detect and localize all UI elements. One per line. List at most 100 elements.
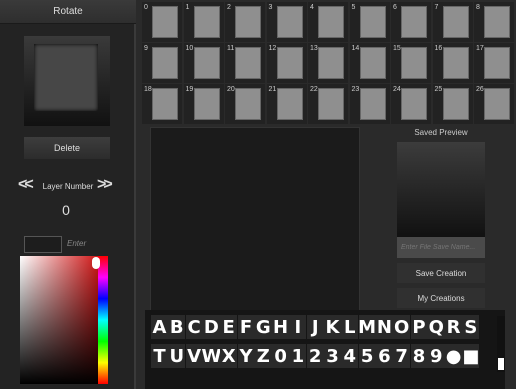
shape-slot[interactable]: 20 — [225, 84, 265, 124]
shape-slot[interactable]: 13 — [308, 43, 348, 83]
keyboard-key[interactable]: U — [168, 344, 186, 368]
slot-number: 12 — [268, 45, 277, 52]
keyboard-key[interactable]: B — [168, 315, 186, 339]
shape-slot[interactable]: 2 — [225, 2, 265, 42]
keyboard-key[interactable]: O — [393, 315, 411, 339]
shape-slot[interactable]: 26 — [474, 84, 514, 124]
keyboard-key[interactable]: I — [289, 315, 307, 339]
color-picker[interactable] — [20, 256, 98, 384]
slot-number: 13 — [310, 45, 318, 52]
layer-preview — [24, 36, 110, 126]
shape-slot[interactable]: 1 — [183, 2, 224, 42]
layer-next-button[interactable]: >> — [97, 176, 113, 194]
slot-thumbnail — [401, 6, 427, 38]
layer-preview-shape — [34, 44, 98, 111]
keyboard-key[interactable]: K — [324, 315, 341, 339]
keyboard-key[interactable]: 5 — [358, 344, 376, 368]
keyboard-key[interactable]: ● — [445, 344, 463, 368]
slot-number: 21 — [268, 86, 277, 93]
slot-thumbnail — [152, 47, 178, 79]
shape-slot[interactable]: 17 — [474, 43, 514, 83]
keyboard-key[interactable]: M — [358, 315, 376, 339]
keyboard-key[interactable]: X — [220, 344, 238, 368]
slot-number: 19 — [185, 86, 194, 93]
shape-slot[interactable]: 12 — [266, 43, 307, 83]
saved-preview — [397, 142, 485, 237]
keyboard-key[interactable]: N — [375, 315, 393, 339]
keyboard-key[interactable]: P — [410, 315, 428, 339]
keyboard-key[interactable]: Q — [427, 315, 445, 339]
save-creation-button[interactable]: Save Creation — [397, 263, 485, 283]
hue-slider[interactable] — [98, 256, 108, 384]
my-creations-button[interactable]: My Creations — [397, 288, 485, 308]
slot-number: 0 — [144, 4, 148, 11]
keyboard-key[interactable]: C — [185, 315, 203, 339]
keyboard-key[interactable]: 2 — [306, 344, 324, 368]
shape-slot[interactable]: 16 — [432, 43, 473, 83]
color-hex-input[interactable] — [24, 236, 62, 253]
keyboard-key[interactable]: L — [341, 315, 359, 339]
keyboard-key[interactable]: 8 — [410, 344, 428, 368]
keyboard-key[interactable]: E — [220, 315, 238, 339]
shape-slot[interactable]: 5 — [349, 2, 390, 42]
keyboard-key[interactable]: W — [201, 344, 221, 368]
shape-slot[interactable]: 4 — [308, 2, 348, 42]
shape-slot[interactable]: 7 — [432, 2, 473, 42]
shape-slot[interactable]: 15 — [391, 43, 431, 83]
slot-thumbnail — [359, 47, 386, 79]
shape-slot[interactable]: 23 — [349, 84, 390, 124]
shape-slot[interactable]: 10 — [183, 43, 224, 83]
shape-slot[interactable]: 25 — [432, 84, 473, 124]
shape-slot[interactable]: 22 — [308, 84, 348, 124]
slot-number: 22 — [310, 86, 318, 93]
app-root: Rotate Delete << Layer Number >> 0 Enter… — [0, 0, 516, 389]
color-picker-handle[interactable] — [92, 257, 100, 269]
color-enter-label: Enter — [67, 239, 87, 248]
slot-number: 9 — [144, 45, 148, 52]
delete-button[interactable]: Delete — [24, 137, 110, 159]
keyboard-key[interactable]: R — [445, 315, 463, 339]
layer-prev-button[interactable]: << — [18, 176, 34, 194]
keyboard-key[interactable]: T — [151, 344, 168, 368]
keyboard-key[interactable]: 3 — [324, 344, 341, 368]
shape-slot[interactable]: 19 — [183, 84, 224, 124]
keyboard-key[interactable]: 0 — [272, 344, 290, 368]
drawing-canvas[interactable] — [150, 127, 360, 317]
slot-number: 8 — [476, 4, 480, 11]
keyboard-key[interactable]: G — [254, 315, 272, 339]
keyboard-key[interactable]: 7 — [393, 344, 411, 368]
shape-slot[interactable]: 3 — [266, 2, 307, 42]
keyboard-key[interactable]: Z — [254, 344, 272, 368]
shape-slot[interactable]: 6 — [391, 2, 431, 42]
shape-slot[interactable]: 11 — [225, 43, 265, 83]
keyboard-key[interactable]: ■ — [462, 344, 479, 368]
shape-slot[interactable]: 24 — [391, 84, 431, 124]
shape-slot[interactable]: 14 — [349, 43, 390, 83]
keyboard-scroll-thumb[interactable] — [498, 358, 504, 370]
shape-slot[interactable]: 21 — [266, 84, 307, 124]
keyboard-key[interactable]: 9 — [427, 344, 445, 368]
keyboard-key[interactable]: S — [462, 315, 480, 339]
slot-number: 15 — [393, 45, 401, 52]
shape-slot[interactable]: 18 — [142, 84, 182, 124]
shape-slot[interactable]: 8 — [474, 2, 514, 42]
slot-thumbnail — [276, 6, 303, 38]
keyboard-key[interactable]: Y — [237, 344, 255, 368]
rotate-button[interactable]: Rotate — [0, 0, 136, 24]
slot-thumbnail — [484, 88, 510, 120]
keyboard-key[interactable]: 1 — [289, 344, 307, 368]
slot-number: 7 — [434, 4, 439, 11]
keyboard-key[interactable]: 4 — [341, 344, 359, 368]
slot-thumbnail — [276, 47, 303, 79]
keyboard-key[interactable]: A — [151, 315, 168, 339]
shape-slot[interactable]: 0 — [142, 2, 182, 42]
keyboard-key[interactable]: J — [306, 315, 324, 339]
keyboard-key[interactable]: 6 — [375, 344, 393, 368]
keyboard-key[interactable]: D — [202, 315, 220, 339]
file-name-input[interactable] — [397, 237, 485, 258]
keyboard-key[interactable]: H — [272, 315, 290, 339]
keyboard-key[interactable]: F — [237, 315, 255, 339]
keyboard-key[interactable]: V — [185, 344, 203, 368]
slot-thumbnail — [193, 88, 220, 120]
shape-slot[interactable]: 9 — [142, 43, 182, 83]
